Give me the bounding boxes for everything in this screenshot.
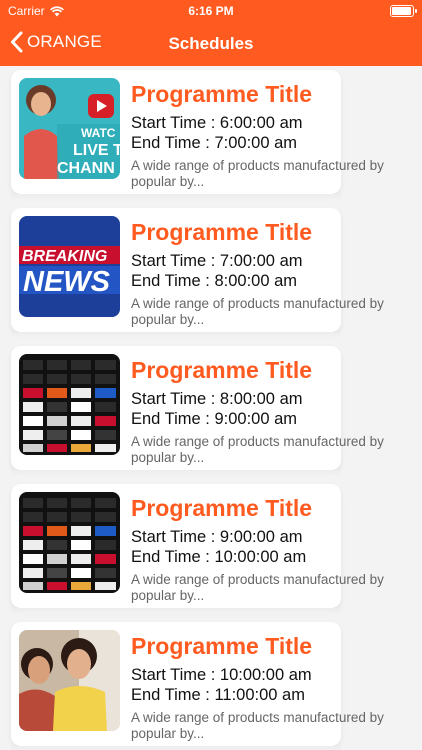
channel-logos-thumbnail-image <box>19 492 120 593</box>
thumb-text-line: CHANN <box>57 160 115 177</box>
programme-title: Programme Title <box>131 495 313 521</box>
schedule-card[interactable]: Programme Title Start Time : 8:00:00 am … <box>11 346 384 476</box>
drama-thumbnail-image <box>19 630 120 731</box>
programme-thumbnail <box>19 354 120 455</box>
programme-description: A wide range of products manufactured by… <box>131 158 384 189</box>
programme-title: Programme Title <box>131 81 313 107</box>
status-time: 6:16 PM <box>188 4 234 18</box>
programme-description: A wide range of products manufactured by… <box>131 572 384 603</box>
end-time: End Time : 7:00:00 am <box>131 134 298 152</box>
page-title: Schedules <box>168 34 254 53</box>
start-time: Start Time : 8:00:00 am <box>131 390 303 408</box>
programme-thumbnail <box>19 492 120 593</box>
programme-description: A wide range of products manufactured by… <box>131 434 384 465</box>
end-time: End Time : 8:00:00 am <box>131 272 298 290</box>
navigation-bar: ORANGE Schedules <box>0 22 422 66</box>
thumb-text-line: BREAKING <box>22 248 107 265</box>
programme-thumbnail: BREAKING NEWS <box>19 216 120 317</box>
battery-level <box>392 7 411 15</box>
programme-title: Programme Title <box>131 633 313 659</box>
schedule-card[interactable]: Programme Title Start Time : 10:00:00 am… <box>11 622 384 750</box>
end-time: End Time : 11:00:00 am <box>131 686 305 704</box>
live-channel-thumbnail-image: WATC LIVE T CHANN <box>19 78 120 179</box>
programme-thumbnail <box>19 630 120 731</box>
programme-description: A wide range of products manufactured by… <box>131 296 384 327</box>
programme-title: Programme Title <box>131 357 313 383</box>
thumb-text-line: LIVE T <box>73 142 120 159</box>
end-time: End Time : 9:00:00 am <box>131 410 298 428</box>
start-time: Start Time : 9:00:00 am <box>131 528 303 546</box>
programme-thumbnail: WATC LIVE T CHANN <box>19 78 120 179</box>
schedule-list[interactable]: WATC LIVE T CHANN Programme Title Start … <box>0 66 422 750</box>
start-time: Start Time : 7:00:00 am <box>131 252 303 270</box>
schedule-card[interactable]: Programme Title Start Time : 9:00:00 am … <box>11 484 384 614</box>
thumb-text-line: NEWS <box>23 266 111 298</box>
breaking-news-thumbnail-image: BREAKING NEWS <box>19 216 120 317</box>
schedule-card[interactable]: BREAKING NEWS Programme Title Start Time… <box>11 208 384 338</box>
status-bar: Carrier 6:16 PM <box>0 0 422 22</box>
battery-icon <box>390 5 417 17</box>
programme-title: Programme Title <box>131 219 313 245</box>
thumb-text-line: WATC <box>81 126 116 140</box>
start-time: Start Time : 6:00:00 am <box>131 114 303 132</box>
channel-logos-thumbnail-image <box>19 354 120 455</box>
end-time: End Time : 10:00:00 am <box>131 548 307 566</box>
programme-description: A wide range of products manufactured by… <box>131 710 384 741</box>
schedule-card[interactable]: WATC LIVE T CHANN Programme Title Start … <box>11 70 384 200</box>
start-time: Start Time : 10:00:00 am <box>131 666 312 684</box>
